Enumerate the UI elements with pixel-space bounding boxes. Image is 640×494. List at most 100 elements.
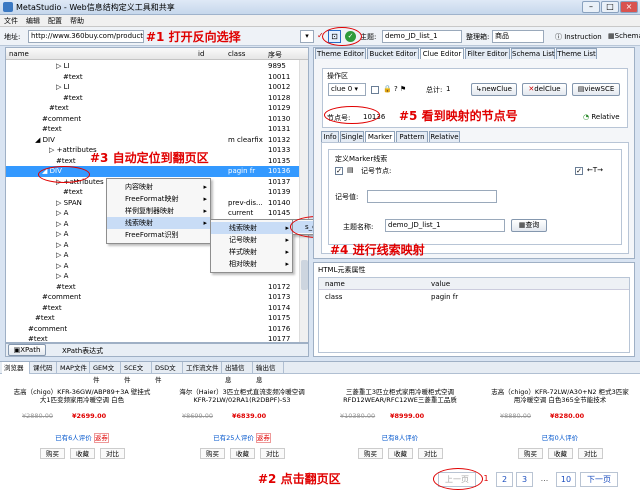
subtab-marker[interactable]: Marker: [365, 131, 395, 142]
submenu-relative-mapping[interactable]: 相对映射 ▸: [211, 258, 292, 270]
compare-button[interactable]: 对比: [418, 448, 443, 459]
marker-filter-icon[interactable]: ▤: [347, 166, 354, 174]
clue-checkbox[interactable]: [371, 86, 379, 94]
product-reviews[interactable]: 已有25人评价 返券: [172, 432, 312, 443]
col-id[interactable]: id: [198, 50, 204, 58]
favorite-button[interactable]: 收藏: [230, 448, 255, 459]
browser-tab[interactable]: 浏览器: [2, 362, 30, 374]
tree-row[interactable]: #text 10174: [6, 303, 308, 314]
tab-theme-editor[interactable]: Theme Editor: [315, 48, 366, 59]
tree-row[interactable]: #text 10129: [6, 103, 308, 114]
product-reviews[interactable]: 已有0人评价: [490, 432, 630, 442]
marker-value-input[interactable]: [367, 190, 497, 203]
url-dropdown[interactable]: ▾: [300, 30, 314, 43]
tree-row[interactable]: #text 10131: [6, 124, 308, 135]
product-card[interactable]: 志高（chigo）KFR-72LW/A30+N2 柜式3匹家用冷暖空调 白色36…: [490, 382, 630, 472]
tree-scrollbar[interactable]: [299, 60, 308, 342]
flag-icon[interactable]: ⚑: [400, 85, 406, 93]
xpath-tab[interactable]: ▣XPath: [8, 344, 46, 356]
col-name[interactable]: name: [9, 50, 29, 58]
menu-sample-copier-mapping[interactable]: 样例复制器映射 ▸: [107, 205, 210, 217]
html-props-col-name[interactable]: name: [325, 280, 345, 288]
col-seq[interactable]: 序号: [268, 50, 282, 60]
buy-button[interactable]: 购买: [40, 448, 65, 459]
product-title[interactable]: 海尔（Haier）3匹立柜式直流变频冷暖空调KFR-72LW/02RA1(R2D…: [172, 388, 312, 404]
theme-field[interactable]: demo_JD_list_1: [382, 30, 462, 43]
theme-name-input[interactable]: demo_JD_list_1: [385, 219, 505, 232]
browser-tab[interactable]: MAP文件: [58, 362, 90, 374]
tree-row[interactable]: #text 10172: [6, 282, 308, 293]
product-title[interactable]: 志高（chigo）KFR-72LW/A30+N2 柜式3匹家用冷暖空调 白色36…: [490, 388, 630, 404]
browser-tab[interactable]: SCE文件: [122, 362, 152, 384]
tab-theme-list[interactable]: Theme List: [556, 48, 597, 59]
relative-option[interactable]: ◔ Relative: [583, 113, 620, 121]
help-icon[interactable]: ?: [394, 85, 398, 93]
buy-button[interactable]: 购买: [518, 448, 543, 459]
subtab-relative[interactable]: Relative: [429, 131, 460, 142]
buy-button[interactable]: 购买: [200, 448, 225, 459]
tree-row[interactable]: #text 10128: [6, 93, 308, 104]
product-reviews[interactable]: 已有8人评价: [330, 432, 470, 442]
minimize-button[interactable]: –: [582, 1, 600, 13]
favorite-button[interactable]: 收藏: [548, 448, 573, 459]
browser-tab[interactable]: DSD文件: [153, 362, 183, 384]
organizer-field[interactable]: 商品: [492, 30, 544, 43]
tree-row[interactable]: #comment 10176: [6, 324, 308, 335]
buy-button[interactable]: 购买: [358, 448, 383, 459]
menu-config[interactable]: 配置: [48, 16, 62, 26]
product-reviews[interactable]: 已有6人评价 返券: [12, 432, 152, 443]
browser-tab[interactable]: GEM文件: [91, 362, 121, 384]
page-2[interactable]: 2: [496, 472, 513, 487]
page-3[interactable]: 3: [516, 472, 533, 487]
direction-arrows[interactable]: ←T→: [587, 166, 603, 174]
direction-checkbox[interactable]: ✓: [575, 167, 583, 175]
tree-row[interactable]: #comment 10130: [6, 114, 308, 125]
query-button[interactable]: ▦查询: [511, 219, 547, 232]
submenu-marker-mapping[interactable]: 记号映射 ▸: [211, 234, 292, 246]
browser-tab[interactable]: 工作流文件: [184, 362, 222, 374]
product-card[interactable]: 志高（chigo）KFR-36GW/ABP89+3A 壁挂式大1匹变频家用冷暖空…: [12, 382, 152, 472]
product-title[interactable]: 三菱重工3匹立柜式家用冷暖柜式空调 RFD12WEAR/RFC12WE三菱重工品…: [330, 388, 470, 404]
url-input[interactable]: http://www.360buy.com/products/: [28, 30, 144, 43]
tab-bucket-editor[interactable]: Bucket Editor: [367, 48, 419, 59]
compare-button[interactable]: 对比: [578, 448, 603, 459]
product-title[interactable]: 志高（chigo）KFR-36GW/ABP89+3A 壁挂式大1匹变频家用冷暖空…: [12, 388, 152, 404]
instruction-button[interactable]: ⓘ Instruction: [555, 32, 602, 42]
tree-row[interactable]: ◢ DIV m clearfix 10132: [6, 135, 308, 146]
submenu-style-mapping[interactable]: 样式映射 ▸: [211, 246, 292, 258]
product-card[interactable]: 海尔（Haier）3匹立柜式直流变频冷暖空调KFR-72LW/02RA1(R2D…: [172, 382, 312, 472]
tree-row[interactable]: #text 10175: [6, 313, 308, 324]
subtab-info[interactable]: Info: [321, 131, 339, 142]
page-10[interactable]: 10: [556, 472, 576, 487]
menu-freeformat-recognize[interactable]: FreeFormat识别: [107, 229, 210, 241]
menu-edit[interactable]: 编辑: [26, 16, 40, 26]
compare-button[interactable]: 对比: [260, 448, 285, 459]
subtab-single[interactable]: Single: [340, 131, 364, 142]
menu-file[interactable]: 文件: [4, 16, 18, 26]
tree-row[interactable]: ▷ LI 9895: [6, 61, 308, 72]
maximize-button[interactable]: □: [601, 1, 619, 13]
next-page-button[interactable]: 下一页: [580, 472, 618, 487]
subtab-pattern[interactable]: Pattern: [396, 131, 428, 142]
tree-row[interactable]: ▷ LI 10012: [6, 82, 308, 93]
scroll-thumb[interactable]: [301, 260, 308, 290]
schema-button[interactable]: ▦Schema: [608, 32, 640, 40]
favorite-button[interactable]: 收藏: [388, 448, 413, 459]
browser-tab[interactable]: 出错信息: [223, 362, 253, 384]
compare-button[interactable]: 对比: [100, 448, 125, 459]
view-sce-button[interactable]: ▤viewSCE: [572, 83, 620, 96]
tab-filter-editor[interactable]: Filter Editor: [465, 48, 510, 59]
marker-checkbox[interactable]: ✓: [335, 167, 343, 175]
tree-row[interactable]: #text 10011: [6, 72, 308, 83]
browser-tab[interactable]: 课代码: [31, 362, 57, 374]
menu-help[interactable]: 帮助: [70, 16, 84, 26]
clue-select[interactable]: clue 0 ▾: [328, 83, 366, 96]
product-card[interactable]: 三菱重工3匹立柜式家用冷暖柜式空调 RFD12WEAR/RFC12WE三菱重工品…: [330, 382, 470, 472]
col-class[interactable]: class: [228, 50, 245, 58]
browser-tab[interactable]: 输出信息: [254, 362, 284, 384]
submenu-clue-mapping[interactable]: 线索映射 ▸: [211, 222, 292, 234]
tree-row[interactable]: #comment 10173: [6, 292, 308, 303]
tab-schema-list[interactable]: Schema List: [511, 48, 555, 59]
tab-clue-editor[interactable]: Clue Editor: [420, 48, 464, 59]
menu-content-mapping[interactable]: 内容映射 ▸: [107, 181, 210, 193]
